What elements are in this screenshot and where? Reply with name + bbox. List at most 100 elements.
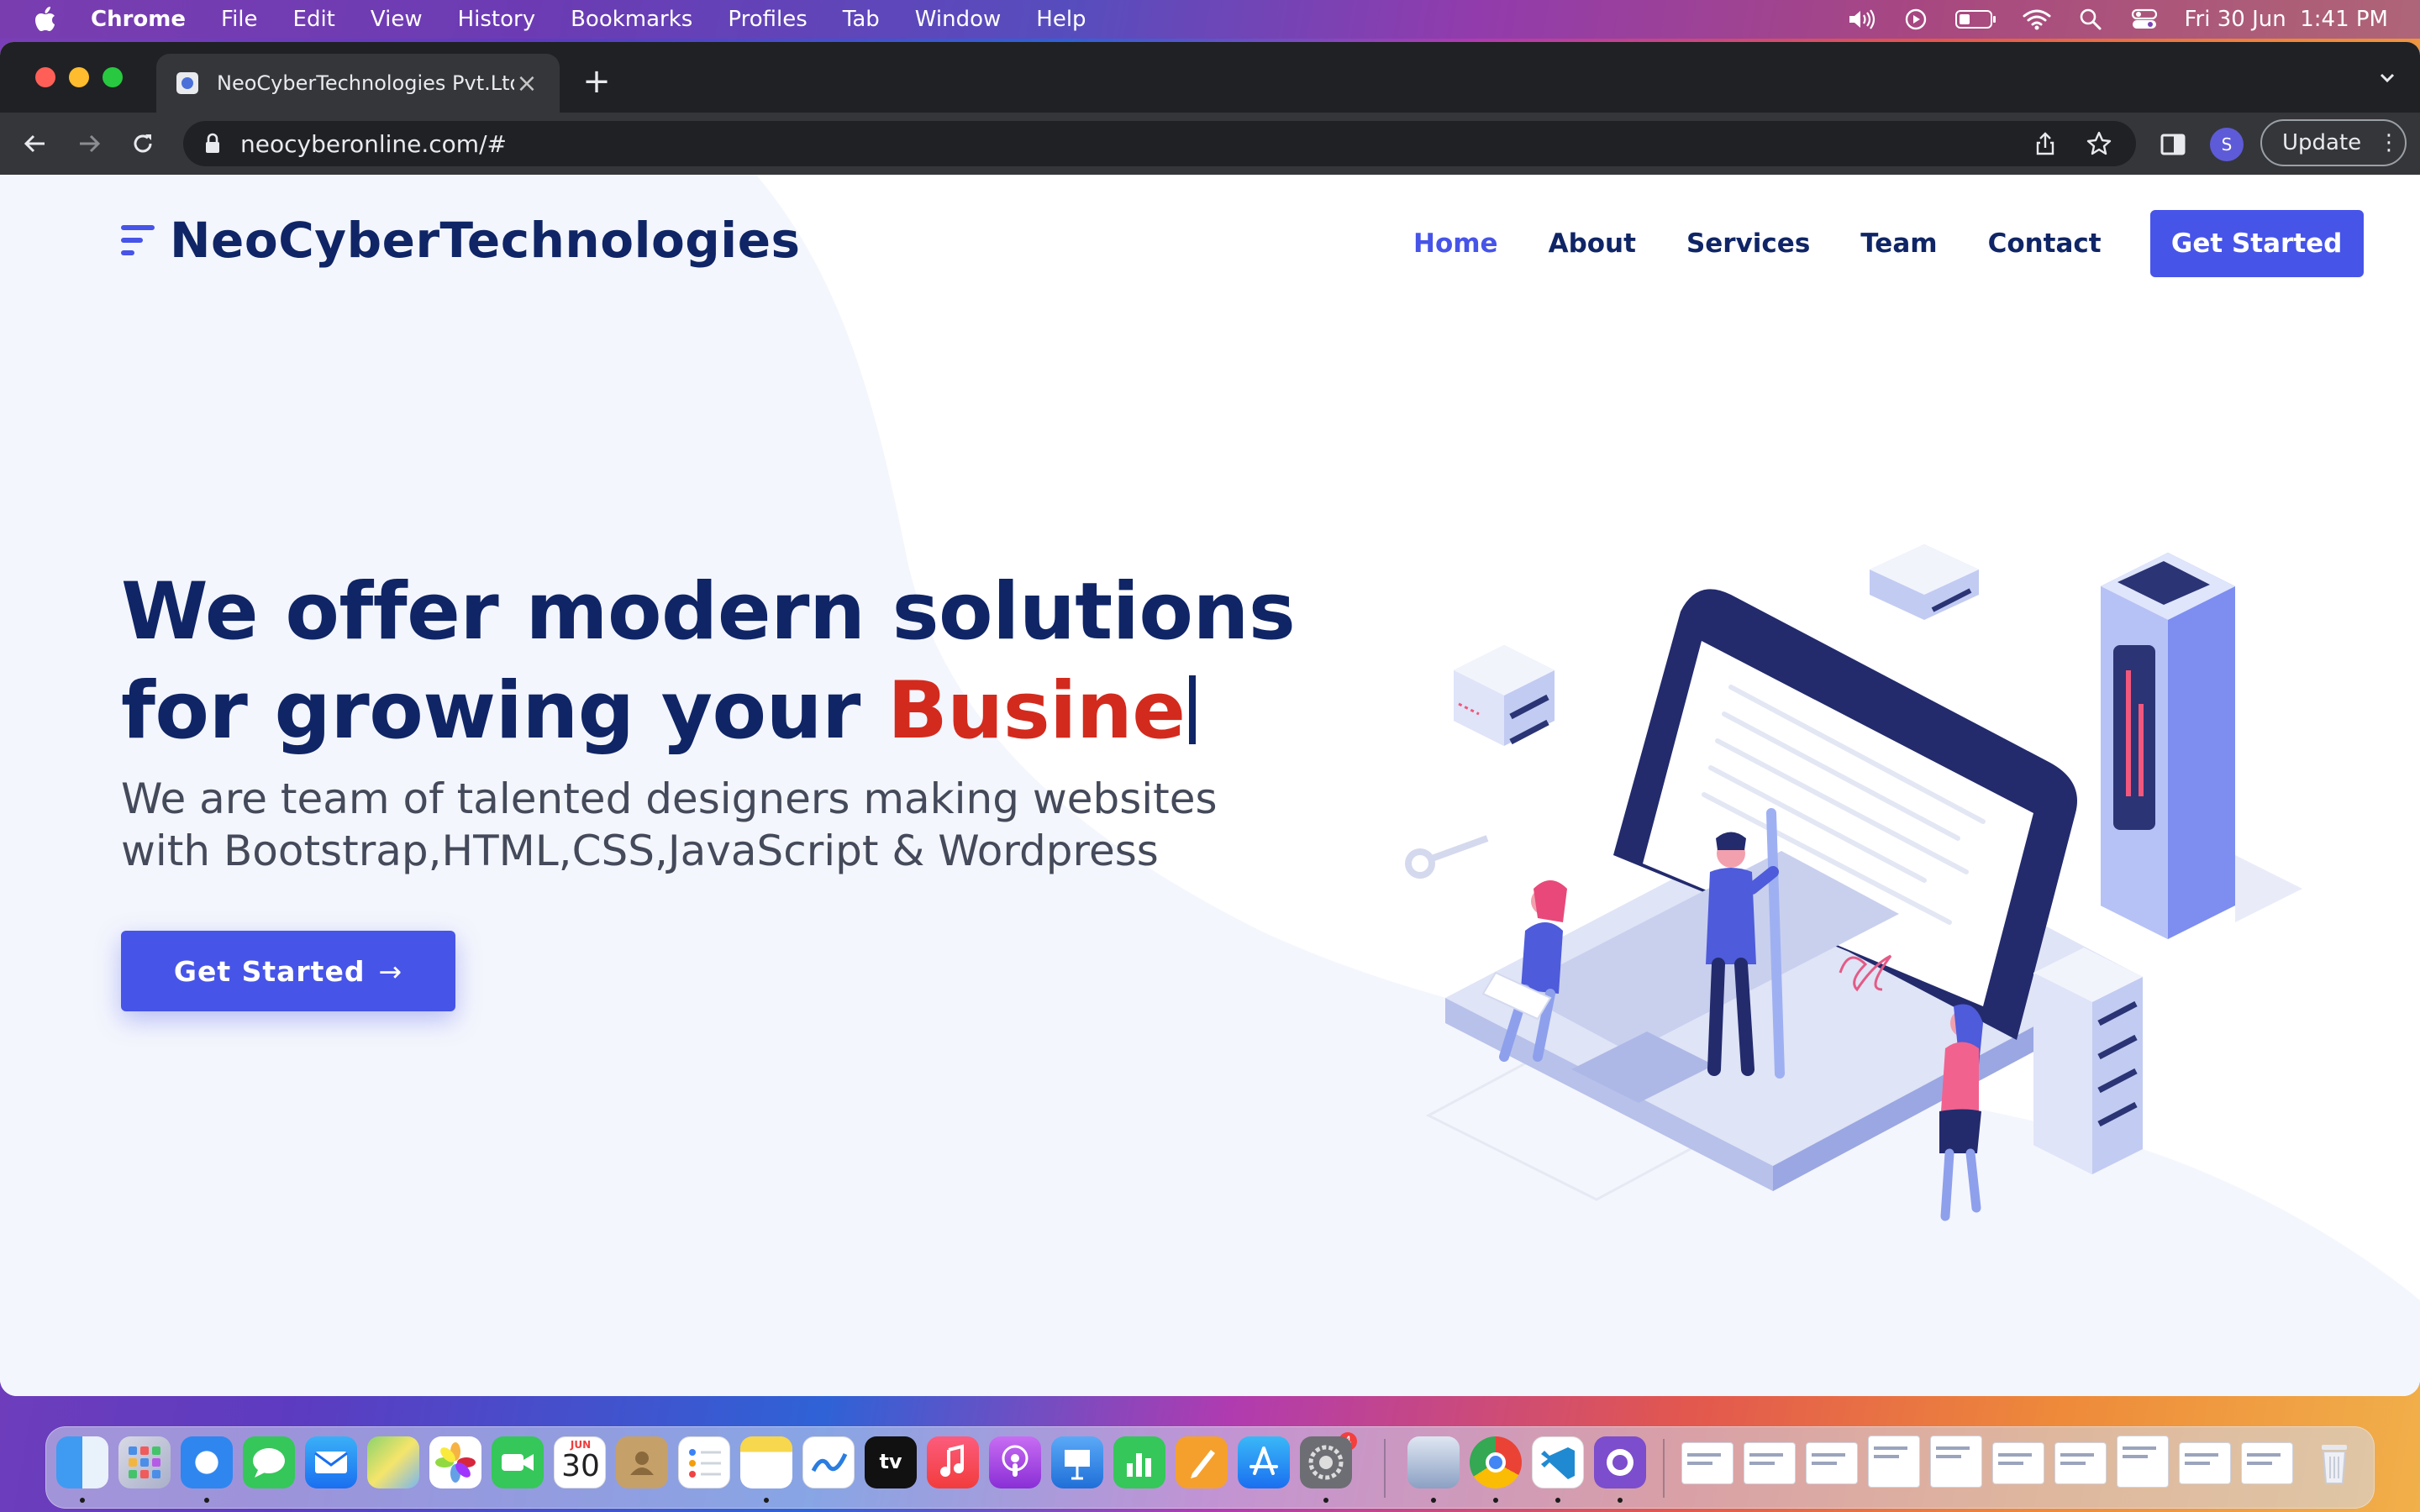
running-indicator [1431,1498,1436,1503]
calendar-icon[interactable]: JUN 30 [554,1436,606,1488]
nav-contact[interactable]: Contact [1988,228,2102,259]
update-button[interactable]: Update ⋮ [2260,119,2407,166]
minimized-window-thumbnail[interactable] [2179,1442,2231,1484]
volume-icon[interactable] [1848,8,1876,31]
tab-search-chevron-icon[interactable] [2375,66,2400,91]
pages-icon[interactable] [1176,1436,1228,1488]
illustration-small-server-top [1870,544,1979,620]
vscode-icon[interactable] [1532,1436,1584,1488]
notes-icon[interactable] [740,1436,792,1488]
profile-avatar[interactable]: S [2210,128,2244,161]
tab-close-icon[interactable]: × [514,69,539,98]
reminders-icon[interactable] [678,1436,730,1488]
nav-about[interactable]: About [1549,228,1636,259]
minimized-window-thumbnail[interactable] [2241,1442,2293,1484]
minimized-window-thumbnail[interactable] [1806,1442,1858,1484]
finder-icon[interactable] [56,1436,108,1488]
brand-name: NeoCyberTechnologies [170,212,801,269]
menu-history[interactable]: History [458,7,536,32]
minimized-window-thumbnail[interactable] [1744,1442,1796,1484]
freeform-icon[interactable] [802,1436,855,1488]
minimized-window-thumbnail[interactable] [1992,1442,2044,1484]
apple-tv-icon[interactable]: tv [865,1436,917,1488]
menu-app-name[interactable]: Chrome [91,7,186,32]
nav-team[interactable]: Team [1860,228,1937,259]
messages-icon[interactable] [243,1436,295,1488]
side-panel-icon[interactable] [2158,129,2188,160]
trash-icon[interactable] [2308,1436,2360,1488]
apple-menu-icon[interactable] [0,7,91,32]
menu-tab[interactable]: Tab [843,7,880,32]
minimized-window-thumbnail[interactable] [2117,1436,2169,1488]
facetime-icon[interactable] [492,1436,544,1488]
hero-title-line2: for growing your Busine [121,662,1297,761]
lock-icon[interactable] [203,133,222,155]
window-zoom-button[interactable] [103,67,123,87]
browser-toolbar: neocyberonline.com/# S Update ⋮ [0,113,2420,175]
maps-icon[interactable] [367,1436,419,1488]
window-minimize-button[interactable] [69,67,89,87]
menu-file[interactable]: File [221,7,258,32]
back-button[interactable] [13,122,57,165]
bookmark-star-icon[interactable] [2082,127,2116,160]
illustration-server-tower [2101,553,2302,939]
hero-get-started-button[interactable]: Get Started → [121,931,455,1011]
illustration-key [1405,835,1489,879]
hero-title-prefix: for growing your [121,665,888,757]
menu-bar-clock[interactable]: Fri 30 Jun 1:41 PM [2184,7,2388,32]
keynote-icon[interactable] [1051,1436,1103,1488]
numbers-icon[interactable] [1113,1436,1165,1488]
menu-edit[interactable]: Edit [293,7,335,32]
music-icon[interactable] [927,1436,979,1488]
minimized-window-thumbnail[interactable] [1681,1442,1733,1484]
site-logo[interactable]: NeoCyberTechnologies [121,212,801,269]
hero-title-line1: We offer modern solutions [121,566,1296,658]
tv-label: tv [879,1450,902,1473]
now-playing-icon[interactable] [1902,8,1930,31]
contacts-icon[interactable] [616,1436,668,1488]
address-bar[interactable]: neocyberonline.com/# [183,121,2136,166]
system-settings-icon[interactable] [1300,1436,1352,1488]
share-icon[interactable] [2028,127,2062,160]
safari-icon[interactable] [181,1436,233,1488]
menu-profiles[interactable]: Profiles [728,7,807,32]
control-center-icon[interactable] [2130,8,2159,31]
battery-icon[interactable] [1955,8,1997,31]
wifi-icon[interactable] [2023,8,2051,31]
preview-icon[interactable] [1407,1436,1460,1488]
menu-help[interactable]: Help [1036,7,1086,32]
podcasts-icon[interactable] [989,1436,1041,1488]
minimized-window-thumbnail[interactable] [2054,1442,2107,1484]
launchpad-icon[interactable] [118,1436,171,1488]
hero-subtitle-line2: with Bootstrap,HTML,CSS,JavaScript & Wor… [121,827,1159,875]
minimized-window-thumbnail[interactable] [1868,1436,1920,1488]
nav-get-started-button[interactable]: Get Started [2149,210,2364,277]
running-indicator [80,1498,85,1503]
menu-bookmarks[interactable]: Bookmarks [571,7,692,32]
github-desktop-icon[interactable] [1594,1436,1646,1488]
browser-tab-active[interactable]: NeoCyberTechnologies Pvt.Ltd × [156,54,560,113]
url-text[interactable]: neocyberonline.com/# [240,130,2028,158]
dock-separator [1384,1439,1386,1498]
new-tab-button[interactable]: + [580,60,613,102]
more-menu-icon[interactable]: ⋮ [2378,129,2400,156]
photos-icon[interactable] [429,1436,481,1488]
nav-home[interactable]: Home [1413,228,1498,259]
spotlight-search-icon[interactable] [2076,8,2105,31]
window-close-button[interactable] [35,67,55,87]
running-indicator [1493,1498,1498,1503]
site-navigation: Home About Services Team Contact Get Sta… [1413,210,2364,277]
nav-services[interactable]: Services [1686,228,1810,259]
mail-icon[interactable] [305,1436,357,1488]
hero-subtitle: We are team of talented designers making… [121,773,1297,877]
app-store-icon[interactable] [1238,1436,1290,1488]
running-indicator [1323,1498,1328,1503]
reload-button[interactable] [121,122,165,165]
update-label: Update [2282,130,2362,155]
chrome-icon[interactable] [1470,1436,1522,1488]
menu-view[interactable]: View [371,7,423,32]
forward-button[interactable] [67,122,111,165]
minimized-window-thumbnail[interactable] [1930,1436,1982,1488]
menu-window[interactable]: Window [915,7,1002,32]
running-indicator [764,1498,769,1503]
